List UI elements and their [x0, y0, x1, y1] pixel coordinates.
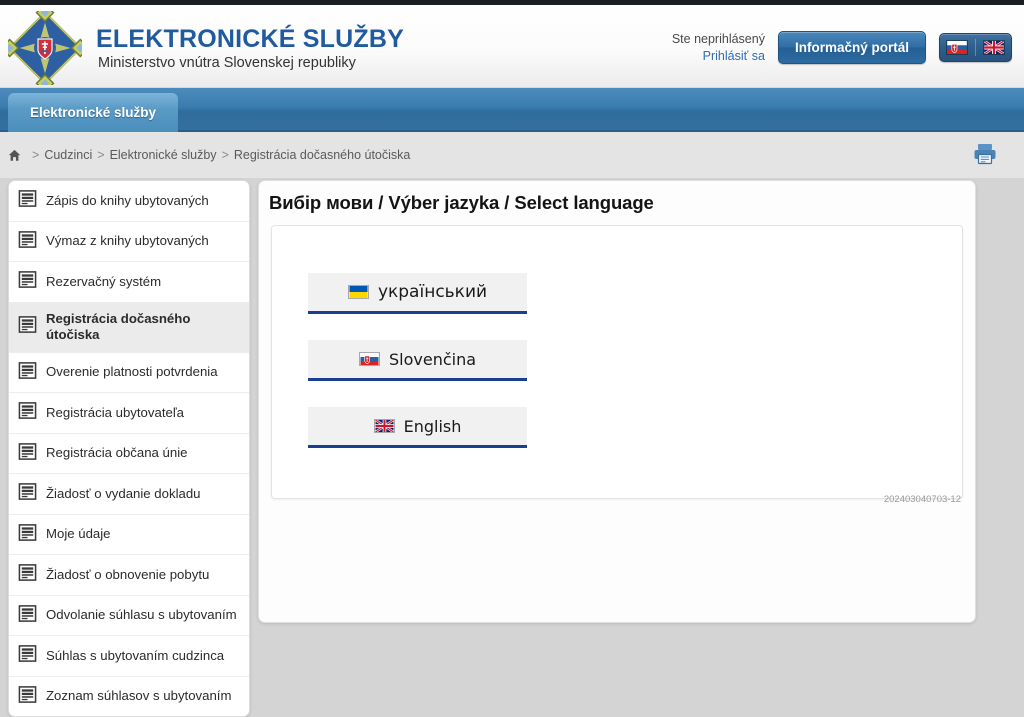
sidebar-item-label: Moje údaje [46, 526, 111, 541]
sidebar-item-label: Zápis do knihy ubytovaných [46, 192, 209, 208]
slovak-flag-icon[interactable] [946, 40, 968, 56]
language-button-label: український [377, 282, 488, 302]
language-button-2[interactable]: English [308, 407, 527, 448]
sidebar-item-label: Zoznam súhlasov s ubytovaním [46, 688, 232, 703]
language-selection-card: український Slovenčina English [271, 225, 963, 499]
main-navigation-bar: Elektronické služby [0, 88, 1024, 132]
page-header: ELEKTRONICKÉ SLUŽBY Ministerstvo vnútra … [0, 3, 1024, 93]
login-status: Ste neprihlásený [671, 32, 765, 46]
home-icon[interactable] [8, 149, 21, 162]
document-icon [18, 230, 37, 254]
sidebar-item-label: Registrácia dočasného útočiska [46, 310, 191, 343]
language-button-label: Slovenčina [388, 349, 477, 369]
sidebar-item-4[interactable]: Overenie platnosti potvrdenia [9, 353, 249, 393]
sidebar-item-label: Žiadosť o vydanie dokladu [46, 485, 201, 501]
nav-tab-elektronicke-sluzby[interactable]: Elektronické služby [8, 93, 179, 132]
document-icon [18, 523, 37, 547]
breadcrumb: > Cudzinci > Elektronické služby > Regis… [0, 132, 1024, 178]
document-icon [18, 563, 37, 587]
sidebar-item-7[interactable]: Žiadosť o vydanie dokladu [9, 474, 249, 515]
header-right-controls: Ste neprihlásený Prihlásiť sa Informačný… [672, 31, 1012, 65]
reference-number: 202403040703-12 [883, 494, 961, 505]
main-content-panel: Вибір мови / Výber jazyka / Select langu… [258, 180, 976, 623]
language-button-label: English [403, 416, 462, 436]
flag-separator [975, 39, 976, 57]
language-button-list: український Slovenčina English [308, 273, 527, 448]
slovak-coat-of-arms-emblem-icon [0, 3, 90, 93]
login-link[interactable]: Prihlásiť sa [672, 48, 765, 65]
site-title-block: ELEKTRONICKÉ SLUŽBY Ministerstvo vnútra … [96, 24, 404, 71]
informacny-portal-button[interactable]: Informačný portál [777, 31, 926, 65]
sidebar-item-label: Výmaz z knihy ubytovaných [46, 233, 209, 248]
sidebar-item-1[interactable]: Výmaz z knihy ubytovaných [9, 222, 249, 262]
sidebar-item-label: Odvolanie súhlasu s ubytovaním [46, 607, 237, 622]
document-icon [18, 361, 37, 385]
sidebar-item-2[interactable]: Rezervačný systém [9, 262, 249, 303]
site-subtitle: Ministerstvo vnútra Slovenskej republiky [98, 54, 356, 71]
breadcrumb-item-current: Registrácia dočasného útočiska [233, 148, 411, 162]
uk-flag-icon[interactable] [983, 40, 1005, 56]
sidebar-item-10[interactable]: Odvolanie súhlasu s ubytovaním [9, 596, 249, 636]
ukraine-flag-icon [347, 285, 369, 299]
slovak-flag-icon [358, 352, 380, 366]
page-title: Вибір мови / Výber jazyka / Select langu… [269, 192, 654, 213]
document-icon [18, 315, 37, 339]
breadcrumb-separator-1: > [97, 148, 105, 162]
breadcrumb-separator-2: > [221, 148, 229, 162]
language-button-0[interactable]: український [308, 273, 527, 314]
sidebar-item-8[interactable]: Moje údaje [9, 515, 249, 555]
document-icon [18, 604, 37, 628]
sidebar-item-12[interactable]: Zoznam súhlasov s ubytovaním [9, 677, 249, 717]
sidebar-item-label: Žiadosť o obnovenie pobytu [46, 566, 210, 582]
printer-icon[interactable] [972, 141, 998, 167]
breadcrumb-item-elektronicke-sluzby[interactable]: Elektronické služby [110, 148, 217, 162]
document-icon [18, 189, 37, 213]
sidebar-item-0[interactable]: Zápis do knihy ubytovaných [9, 181, 249, 222]
document-icon [18, 482, 37, 506]
site-title: ELEKTRONICKÉ SLUŽBY [96, 25, 404, 54]
document-icon [18, 401, 37, 425]
uk-flag-icon [373, 419, 395, 433]
login-block: Ste neprihlásený Prihlásiť sa [672, 31, 765, 65]
sidebar-item-label: Registrácia občana únie [46, 445, 188, 460]
sidebar-item-label: Rezervačný systém [46, 273, 162, 289]
sidebar-item-3[interactable]: Registrácia dočasného útočiska [9, 302, 249, 353]
sidebar-item-label: Súhlas s ubytovaním cudzinca [46, 647, 225, 663]
sidebar-item-11[interactable]: Súhlas s ubytovaním cudzinca [9, 636, 249, 677]
sidebar-menu: Zápis do knihy ubytovaných Výmaz z knihy… [8, 180, 250, 717]
breadcrumb-separator-0: > [32, 148, 40, 162]
sidebar-item-6[interactable]: Registrácia občana únie [9, 434, 249, 474]
sidebar-item-5[interactable]: Registrácia ubytovateľa [9, 393, 249, 434]
language-flag-switcher[interactable] [939, 33, 1012, 63]
document-icon [18, 644, 37, 668]
breadcrumb-item-cudzinci[interactable]: Cudzinci [44, 148, 92, 162]
document-icon [18, 685, 37, 709]
brand-block: ELEKTRONICKÉ SLUŽBY Ministerstvo vnútra … [0, 3, 404, 93]
sidebar-item-label: Overenie platnosti potvrdenia [46, 364, 218, 379]
document-icon [18, 442, 37, 466]
sidebar-item-9[interactable]: Žiadosť o obnovenie pobytu [9, 555, 249, 596]
document-icon [18, 270, 37, 294]
language-button-1[interactable]: Slovenčina [308, 340, 527, 381]
sidebar-item-label: Registrácia ubytovateľa [46, 404, 184, 420]
